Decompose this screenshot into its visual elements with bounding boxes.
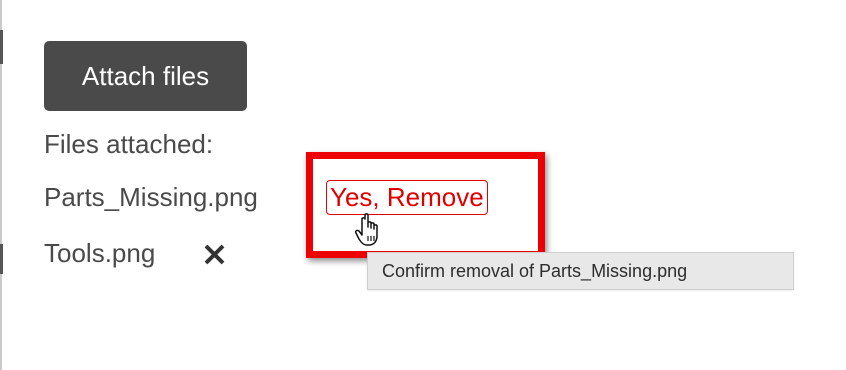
tooltip: Confirm removal of Parts_Missing.png — [367, 252, 794, 290]
attach-files-button[interactable]: Attach files — [44, 41, 247, 111]
confirm-remove-button[interactable]: Yes, Remove — [326, 180, 488, 215]
files-attached-label: Files attached: — [44, 129, 214, 159]
file-name: Tools.png — [44, 238, 156, 268]
file-name: Parts_Missing.png — [44, 182, 258, 212]
left-border-mark — [0, 30, 3, 64]
hand-pointer-icon — [355, 212, 389, 248]
left-border-mark — [0, 244, 3, 274]
close-x-icon[interactable] — [203, 240, 227, 268]
